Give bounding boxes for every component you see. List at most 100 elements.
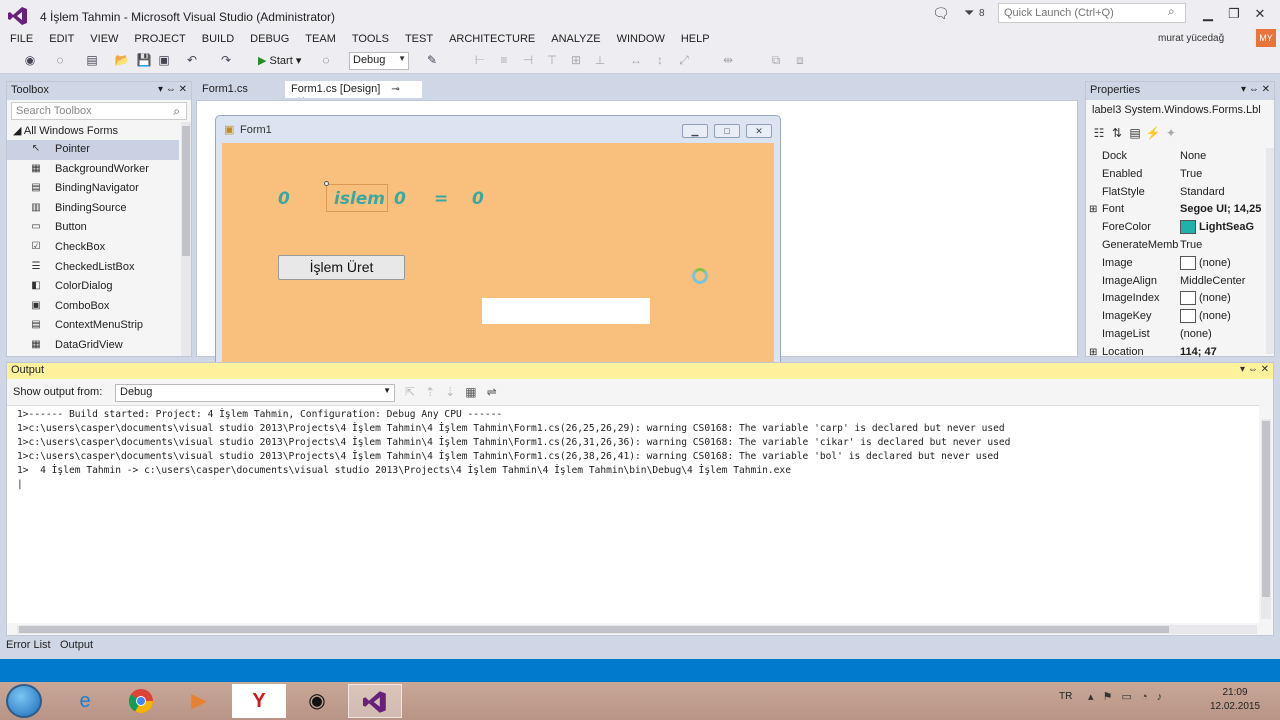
- avatar[interactable]: MY: [1256, 29, 1276, 47]
- property-value[interactable]: (none): [1180, 290, 1264, 307]
- properties-icon[interactable]: ▤: [1126, 124, 1144, 142]
- menu-project[interactable]: PROJECT: [126, 31, 193, 47]
- output-vertical-scrollbar[interactable]: [1261, 419, 1271, 619]
- maximize-button[interactable]: ❐: [1222, 4, 1246, 24]
- toolbox-item[interactable]: ▥ BindingSource: [7, 199, 179, 219]
- toolbox-item[interactable]: ◧ ColorDialog: [7, 277, 179, 297]
- property-row[interactable]: ImageKey (none): [1086, 308, 1264, 326]
- find-prev-icon[interactable]: ⇡: [425, 385, 435, 399]
- tab-error-list[interactable]: Error List: [6, 639, 51, 651]
- selected-object[interactable]: label3 System.Windows.Forms.Lbl: [1092, 104, 1270, 116]
- same-height-icon[interactable]: ↕: [652, 53, 668, 67]
- solution-config-select[interactable]: Debug ▼: [349, 52, 409, 70]
- toolbox-item[interactable]: ▦ BackgroundWorker: [7, 160, 179, 180]
- label-operation[interactable]: islem: [334, 189, 385, 209]
- toolbox-item[interactable]: ▤ BindingNavigator: [7, 179, 179, 199]
- property-row[interactable]: ForeColor LightSeaG: [1086, 219, 1264, 237]
- filter-icon[interactable]: ⏷: [964, 5, 974, 21]
- property-row[interactable]: GenerateMemb True: [1086, 237, 1264, 255]
- tab-form1-cs[interactable]: Form1.cs: [196, 81, 282, 98]
- output-horizontal-scrollbar[interactable]: [17, 625, 1257, 634]
- same-width-icon[interactable]: ↔: [628, 53, 644, 67]
- chrome-icon[interactable]: [114, 684, 168, 718]
- menu-window[interactable]: WINDOW: [609, 31, 673, 47]
- pin-icon[interactable]: ⊸: [391, 84, 399, 95]
- system-tray-icons[interactable]: ▴ ⚑ ▭ ◔ ♪: [1088, 690, 1165, 703]
- undo-icon[interactable]: ↶: [184, 53, 200, 67]
- menu-file[interactable]: FILE: [2, 31, 41, 47]
- property-row[interactable]: FlatStyle Standard: [1086, 184, 1264, 202]
- user-name[interactable]: murat yücedağ: [1158, 33, 1224, 44]
- visual-studio-taskbar-icon[interactable]: [348, 684, 402, 718]
- events-icon[interactable]: ⚡: [1144, 124, 1162, 142]
- toolbox-search-input[interactable]: Search Toolbox ⌕: [11, 102, 187, 120]
- property-row[interactable]: Image (none): [1086, 255, 1264, 273]
- menu-architecture[interactable]: ARCHITECTURE: [441, 31, 543, 47]
- generate-operation-button[interactable]: İşlem Üret: [278, 255, 405, 280]
- menu-help[interactable]: HELP: [673, 31, 718, 47]
- property-value[interactable]: LightSeaG: [1180, 219, 1264, 236]
- toolbox-item[interactable]: ▣ ComboBox: [7, 297, 179, 317]
- bring-front-icon[interactable]: ⧉: [768, 53, 784, 68]
- property-value[interactable]: 114; 47: [1180, 344, 1264, 361]
- toolbox-item[interactable]: ↖ Pointer: [7, 140, 179, 160]
- properties-scrollbar[interactable]: [1266, 148, 1274, 354]
- redo-icon[interactable]: ↷: [218, 53, 234, 67]
- spacing-icon[interactable]: ⇹: [720, 53, 736, 67]
- save-icon[interactable]: 💾: [136, 53, 152, 67]
- align-center-icon[interactable]: ≡: [496, 53, 512, 67]
- scroll-thumb[interactable]: [1262, 421, 1270, 597]
- find-icon[interactable]: ✎: [424, 53, 440, 67]
- property-row[interactable]: ImageList (none): [1086, 326, 1264, 344]
- toolbox-section-header[interactable]: ◢ All Windows Forms: [13, 124, 118, 137]
- menu-build[interactable]: BUILD: [194, 31, 242, 47]
- label-number-right[interactable]: 0: [394, 189, 406, 209]
- panel-options-icon[interactable]: ▾ ⇔ ✕: [1240, 364, 1269, 375]
- menu-team[interactable]: TEAM: [297, 31, 344, 47]
- resize-handle[interactable]: [324, 181, 329, 186]
- attach-icon[interactable]: ◌: [318, 53, 334, 67]
- expand-icon[interactable]: ⊞: [1089, 344, 1097, 361]
- same-size-icon[interactable]: ⤢: [676, 53, 692, 68]
- answer-textbox[interactable]: [482, 298, 650, 324]
- obs-icon[interactable]: ◉: [290, 684, 344, 718]
- property-value[interactable]: MiddleCenter: [1180, 273, 1264, 290]
- property-row[interactable]: ImageAlign MiddleCenter: [1086, 273, 1264, 291]
- internet-explorer-icon[interactable]: e: [58, 684, 112, 718]
- send-back-icon[interactable]: ⧈: [792, 53, 808, 68]
- word-wrap-icon[interactable]: ⇌: [487, 385, 497, 399]
- new-project-icon[interactable]: ▤: [84, 53, 100, 67]
- quick-launch-input[interactable]: [998, 3, 1186, 23]
- align-bottom-icon[interactable]: ⊥: [592, 53, 608, 67]
- property-value[interactable]: True: [1180, 237, 1264, 254]
- scroll-thumb[interactable]: [182, 126, 190, 256]
- open-file-icon[interactable]: 📂: [114, 53, 130, 67]
- align-top-icon[interactable]: ⊤: [544, 53, 560, 67]
- property-row[interactable]: Enabled True: [1086, 166, 1264, 184]
- toolbox-item[interactable]: ▭ Button: [7, 218, 179, 238]
- toolbox-scrollbar[interactable]: [181, 122, 191, 356]
- panel-options-icon[interactable]: ▾ ⇔ ✕: [1241, 84, 1270, 95]
- toolbox-item[interactable]: ☑ CheckBox: [7, 238, 179, 258]
- property-row[interactable]: ⊞ Location 114; 47: [1086, 344, 1264, 362]
- save-all-icon[interactable]: ▣: [156, 53, 172, 67]
- clear-all-icon[interactable]: ▦: [465, 385, 476, 399]
- yandex-browser-icon[interactable]: Y: [232, 684, 286, 718]
- close-button[interactable]: ✕: [1248, 4, 1272, 24]
- form-client-area[interactable]: 0 islem 0 = 0 İşlem Üret: [222, 143, 774, 373]
- label-result[interactable]: 0: [472, 189, 484, 209]
- property-pages-icon[interactable]: ✦: [1162, 124, 1180, 142]
- start-button[interactable]: ▶ Start ▾: [258, 54, 301, 67]
- goto-previous-icon[interactable]: ⇱: [405, 385, 415, 399]
- property-value[interactable]: (none): [1180, 255, 1264, 272]
- output-source-select[interactable]: Debug ▼: [115, 384, 395, 402]
- property-value[interactable]: Standard: [1180, 184, 1264, 201]
- menu-test[interactable]: TEST: [397, 31, 441, 47]
- property-value[interactable]: (none): [1180, 308, 1264, 325]
- toolbox-item[interactable]: ▤ ContextMenuStrip: [7, 316, 179, 336]
- alphabetical-icon[interactable]: ⇅: [1108, 124, 1126, 142]
- scroll-thumb[interactable]: [19, 626, 1169, 633]
- align-right-icon[interactable]: ⊣: [520, 53, 536, 67]
- menu-debug[interactable]: DEBUG: [242, 31, 297, 47]
- property-value[interactable]: None: [1180, 148, 1264, 165]
